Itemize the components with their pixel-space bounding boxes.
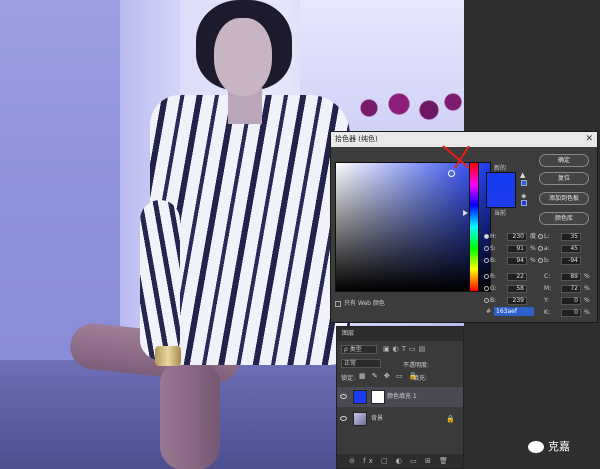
layer-row-color-fill[interactable]: 颜色填充 1: [337, 387, 463, 407]
a-input[interactable]: 45: [561, 245, 581, 253]
new-color-label: 新的: [494, 165, 507, 172]
gamut-color-square[interactable]: [521, 180, 527, 186]
current-color-label: 当前: [494, 210, 507, 217]
color-picker-dialog: 拾色器 (纯色) ✕ 新的 当前 ▲ ◈ 确定 复位 添加到色板 颜色库 H: …: [330, 131, 598, 323]
photo-arm: [140, 200, 180, 360]
radio-h[interactable]: [484, 234, 489, 239]
wechat-icon: [528, 441, 544, 453]
layers-bottom-toolbar[interactable]: ⊝ fx ▢ ◐ ▭ ⊞ 🗑: [337, 454, 463, 468]
g-input[interactable]: 58: [507, 285, 527, 293]
hex-input[interactable]: 163aef: [494, 307, 534, 316]
lab-b-input[interactable]: -94: [561, 257, 581, 265]
watermark: 克嘉: [528, 438, 570, 454]
layer-name[interactable]: 背景: [371, 409, 383, 429]
photo-flowers: [345, 88, 464, 128]
close-icon[interactable]: ✕: [585, 132, 593, 147]
layer-name[interactable]: 颜色填充 1: [387, 387, 417, 407]
layer-thumbnail: [353, 412, 367, 426]
color-swatch: [486, 172, 516, 208]
web-safe-color-square[interactable]: [521, 200, 527, 206]
web-safe-icon[interactable]: ◈: [521, 192, 526, 200]
blend-mode-select[interactable]: 正常: [341, 359, 381, 368]
radio-b[interactable]: [484, 258, 489, 263]
blue-input[interactable]: 239: [507, 297, 527, 305]
watermark-text: 克嘉: [548, 440, 570, 453]
color-field-cursor[interactable]: [448, 170, 455, 177]
layer-mask-thumbnail[interactable]: [371, 390, 385, 404]
photoshop-workspace: 拾色器 (纯色) ✕ 新的 当前 ▲ ◈ 确定 复位 添加到色板 颜色库 H: …: [0, 0, 600, 469]
visibility-eye-icon[interactable]: [340, 394, 347, 399]
reset-button[interactable]: 复位: [539, 172, 589, 185]
dialog-title: 拾色器 (纯色): [335, 135, 378, 143]
color-libraries-button[interactable]: 颜色库: [539, 212, 589, 225]
layer-row-background[interactable]: 背景 🔒: [337, 409, 463, 429]
radio-s[interactable]: [484, 246, 489, 251]
radio-l[interactable]: [538, 234, 543, 239]
add-to-swatches-button[interactable]: 添加到色板: [539, 192, 589, 205]
s-input[interactable]: 91: [507, 245, 527, 253]
hex-field: # 163aef: [486, 307, 534, 316]
y-input[interactable]: 0: [561, 297, 581, 305]
photo-dress: [150, 95, 350, 365]
color-field[interactable]: [335, 162, 491, 292]
layers-panel: 图层 ρ 类型 ▣◐T▭▤ 正常 不透明度: 锁定: ▦ ✎ ✥ ▭ 🔒 填充:…: [336, 326, 464, 469]
kind-filter-select[interactable]: ρ 类型: [341, 345, 377, 354]
l-input[interactable]: 35: [561, 233, 581, 241]
filter-icons[interactable]: ▣◐T▭▤: [383, 345, 428, 353]
hue-slider[interactable]: [469, 162, 479, 292]
radio-r[interactable]: [484, 274, 489, 279]
photo-face: [214, 18, 272, 96]
hex-label: #: [486, 308, 492, 315]
photo-leg: [160, 360, 220, 469]
layer-thumbnail: [353, 390, 367, 404]
color-values-panel: H: 230 度 S: 91 % B: 94 % R: 22 G: 58 B: …: [484, 232, 596, 318]
radio-a[interactable]: [538, 246, 543, 251]
opacity-label: 不透明度:: [403, 362, 430, 369]
gamut-warning-icon[interactable]: ▲: [520, 171, 525, 179]
k-input[interactable]: 0: [561, 309, 581, 317]
radio-g[interactable]: [484, 286, 489, 291]
lock-label: 锁定:: [341, 375, 356, 382]
web-only-label: 只有 Web 颜色: [344, 300, 385, 307]
lock-icon: 🔒: [446, 415, 455, 423]
tab-layers[interactable]: 图层: [337, 327, 463, 341]
fill-label: 填充:: [413, 375, 428, 382]
c-input[interactable]: 89: [561, 273, 581, 281]
b-input[interactable]: 94: [507, 257, 527, 265]
web-only-option[interactable]: 只有 Web 颜色: [335, 298, 385, 307]
r-input[interactable]: 22: [507, 273, 527, 281]
m-input[interactable]: 72: [561, 285, 581, 293]
visibility-eye-icon[interactable]: [340, 416, 347, 421]
web-only-checkbox[interactable]: [335, 300, 341, 307]
ok-button[interactable]: 确定: [539, 154, 589, 167]
h-input[interactable]: 230: [507, 233, 527, 241]
hue-slider-handle[interactable]: [463, 210, 468, 216]
lock-icons[interactable]: ▦ ✎ ✥ ▭ 🔒: [359, 372, 420, 380]
photo-bracelet: [155, 346, 181, 366]
radio-blue[interactable]: [484, 298, 489, 303]
annotation-x-mark-icon: [442, 145, 470, 169]
radio-lab-b[interactable]: [538, 258, 543, 263]
